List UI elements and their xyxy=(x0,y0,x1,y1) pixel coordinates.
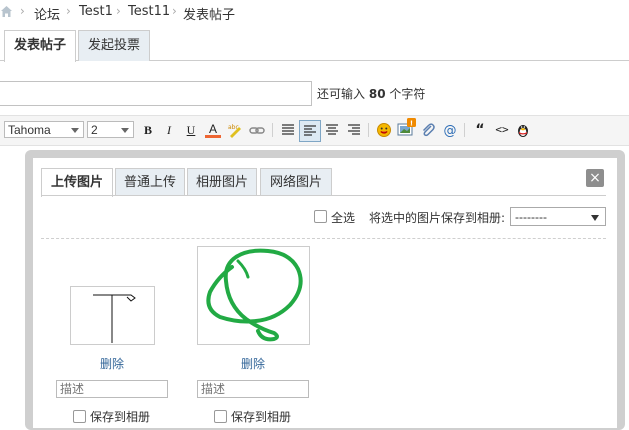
tab-normal-upload[interactable]: 普通上传 xyxy=(115,168,185,196)
subject-remaining-text: 还可输入 80 个字符 xyxy=(317,85,425,102)
image-description-input[interactable] xyxy=(56,380,168,398)
font-size-select[interactable]: 2 xyxy=(87,121,134,138)
album-select[interactable]: -------- xyxy=(510,207,606,226)
t-sketch-image xyxy=(93,294,136,343)
breadcrumb-separator: › xyxy=(66,4,71,18)
remaining-count: 80 xyxy=(368,87,386,101)
dialog-tabs-divider xyxy=(41,195,606,196)
chevron-down-icon xyxy=(591,215,599,221)
close-button[interactable]: × xyxy=(586,169,604,187)
select-all-label: 全选 xyxy=(331,211,356,225)
text-color-button[interactable]: A xyxy=(205,122,221,138)
tab-album-images[interactable]: 相册图片 xyxy=(187,168,257,196)
save-to-album-checkbox[interactable] xyxy=(214,410,227,423)
breadcrumb-current: 发表帖子 xyxy=(183,8,236,23)
smiley-icon[interactable] xyxy=(376,122,392,138)
svg-text:@: @ xyxy=(444,124,457,139)
font-family-select[interactable]: Tahoma xyxy=(4,121,84,138)
album-select-value: -------- xyxy=(515,210,547,224)
select-all-checkbox[interactable] xyxy=(314,210,327,223)
subject-input[interactable] xyxy=(0,81,312,106)
save-to-album-checkbox[interactable] xyxy=(73,410,86,423)
attachment-icon[interactable] xyxy=(420,122,436,138)
code-button[interactable]: <> xyxy=(494,122,510,138)
dashed-divider xyxy=(41,238,606,239)
font-size-value: 2 xyxy=(91,123,98,137)
toolbar-divider xyxy=(272,123,273,137)
chevron-down-icon xyxy=(71,128,79,133)
breadcrumb-forum-link[interactable]: 论坛 xyxy=(34,4,60,23)
align-left-icon[interactable] xyxy=(299,120,321,142)
highlight-icon[interactable]: abc xyxy=(227,122,243,138)
image-icon[interactable]: ! xyxy=(397,118,417,138)
delete-image-link[interactable]: 删除 xyxy=(241,355,265,372)
uploaded-image-thumbnail[interactable] xyxy=(197,246,310,345)
italic-button[interactable]: I xyxy=(161,122,177,138)
tab-new-poll[interactable]: 发起投票 xyxy=(78,30,150,61)
toolbar-divider xyxy=(368,123,369,137)
remaining-prefix: 还可输入 xyxy=(317,87,366,101)
tab-new-post[interactable]: 发表帖子 xyxy=(4,30,76,62)
image-description-input[interactable] xyxy=(197,380,309,398)
breadcrumb: › 论坛 › Test1 › Test11 › 发表帖子 xyxy=(0,0,629,24)
mention-icon[interactable]: @ xyxy=(442,122,458,139)
home-icon[interactable] xyxy=(0,5,13,18)
breadcrumb-separator: › xyxy=(20,4,25,18)
breadcrumb-test11-link[interactable]: Test11 xyxy=(128,4,170,19)
align-right-icon[interactable] xyxy=(346,122,362,138)
chevron-down-icon xyxy=(121,128,129,133)
uploaded-image-thumbnail[interactable] xyxy=(70,286,155,345)
quote-button[interactable]: “ xyxy=(472,122,488,138)
underline-button[interactable]: U xyxy=(183,122,199,138)
link-icon[interactable] xyxy=(249,122,265,138)
svg-text:!: ! xyxy=(410,120,413,128)
align-justify-icon[interactable] xyxy=(280,122,296,138)
save-to-album-option: 保存到相册 xyxy=(231,410,292,424)
breadcrumb-test1-link[interactable]: Test1 xyxy=(79,4,113,19)
toolbar-divider xyxy=(464,123,465,137)
save-to-album-label: 将选中的图片保存到相册: xyxy=(369,211,506,225)
editor-toolbar: Tahoma 2 B I U A abc ! @ “ <> xyxy=(0,115,629,146)
save-to-album-option: 保存到相册 xyxy=(90,410,151,424)
qq-penguin-icon[interactable] xyxy=(515,122,531,138)
green-scribble-image xyxy=(206,248,303,342)
font-family-value: Tahoma xyxy=(8,123,51,137)
tab-upload-image[interactable]: 上传图片 xyxy=(41,168,113,197)
delete-image-link[interactable]: 删除 xyxy=(100,355,124,372)
align-center-icon[interactable] xyxy=(324,122,340,138)
breadcrumb-separator: › xyxy=(172,4,177,18)
breadcrumb-separator: › xyxy=(116,4,121,18)
bold-button[interactable]: B xyxy=(140,122,156,138)
remaining-suffix: 个字符 xyxy=(389,87,426,101)
tab-web-images[interactable]: 网络图片 xyxy=(260,168,332,196)
